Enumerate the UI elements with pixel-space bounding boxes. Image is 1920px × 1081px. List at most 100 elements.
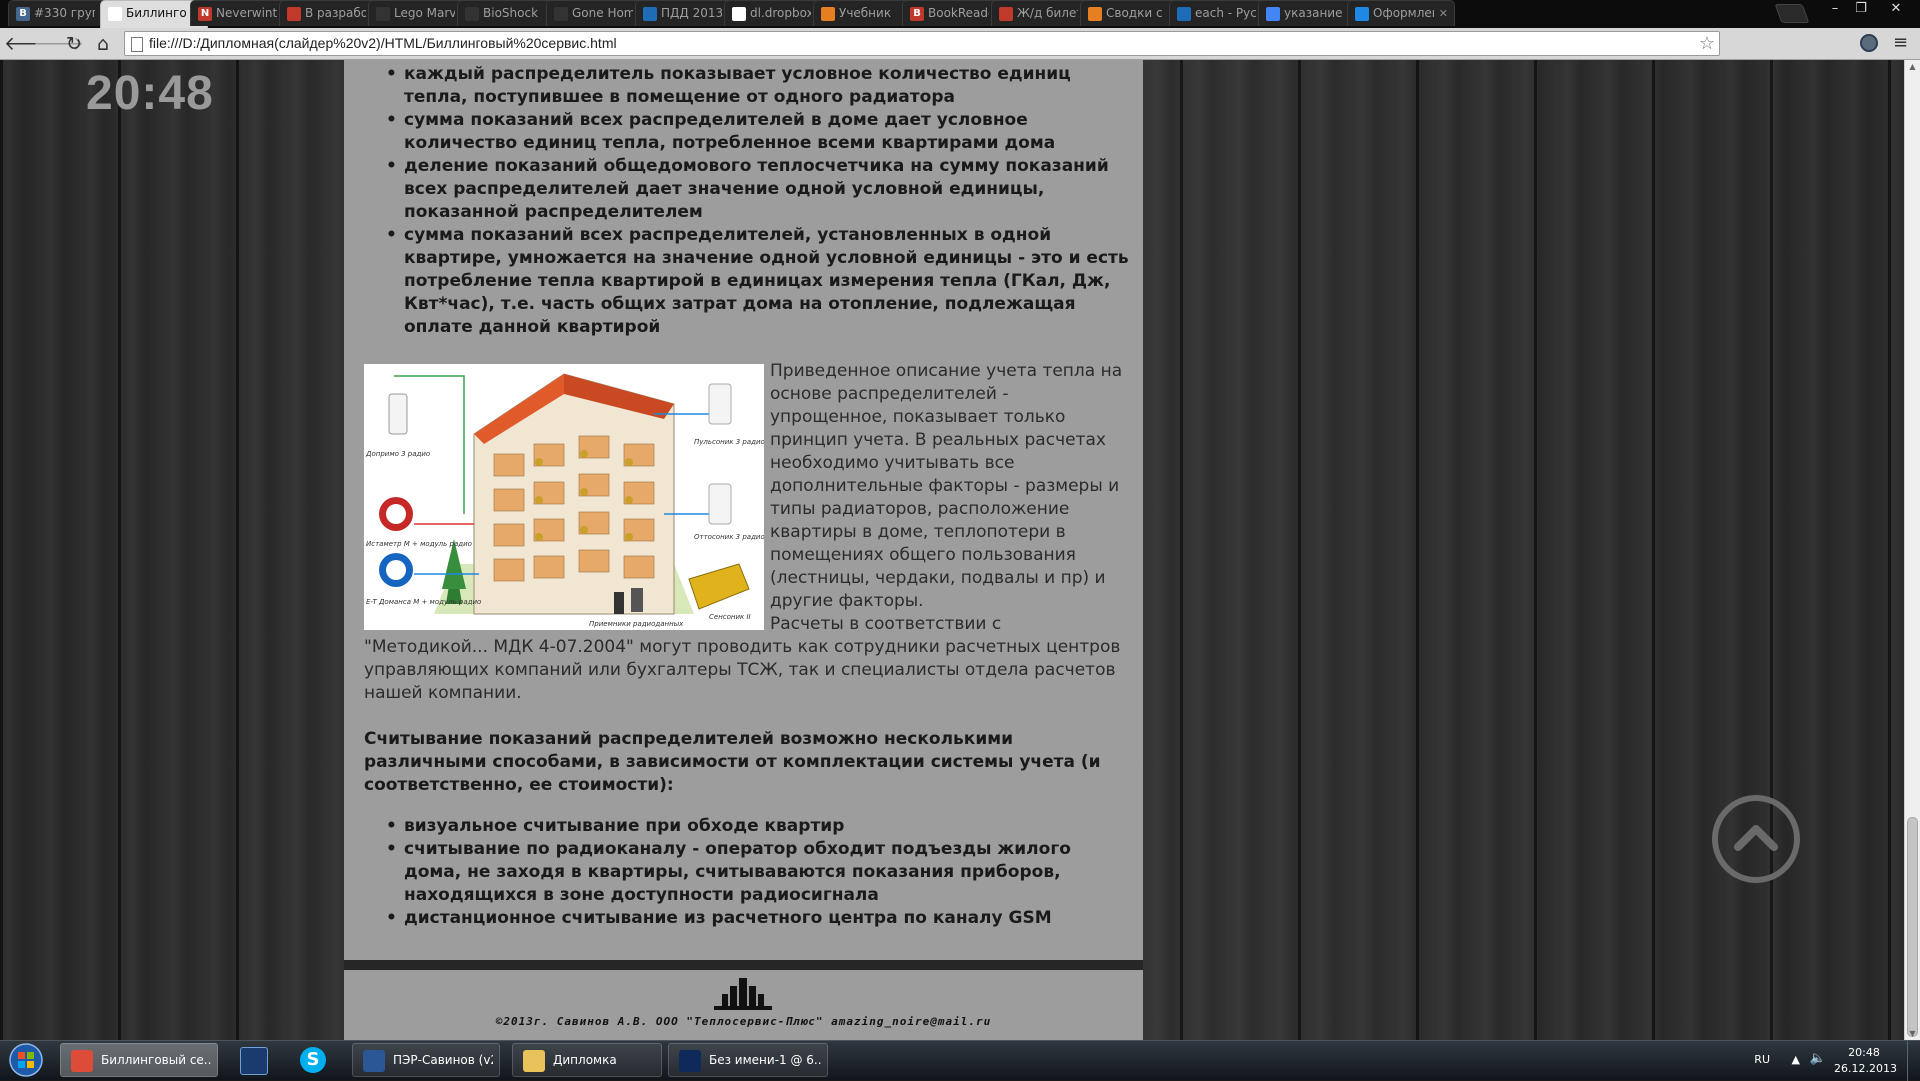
taskbar-app-icon bbox=[679, 1050, 701, 1072]
tab-label: Биллинговый сервис bbox=[126, 6, 187, 20]
tab-label: Ж/д билеты bbox=[1017, 6, 1078, 20]
tab-close-icon[interactable]: ✕ bbox=[1439, 1, 1448, 26]
tab-favicon-icon bbox=[1088, 7, 1102, 21]
tab-favicon-icon: B bbox=[910, 7, 924, 21]
list-item: дистанционное считывание из расчетного ц… bbox=[344, 907, 1134, 930]
list-item: визуальное считывание при обходе квартир bbox=[344, 815, 1134, 838]
forward-button[interactable]: 🡒 bbox=[33, 32, 84, 56]
tab-favicon-icon bbox=[643, 7, 657, 21]
diagram-label: Приемники радиоданных bbox=[589, 620, 684, 628]
footer-copyright: ©2013г. Савинов А.В. ООО "Теплосервис-Пл… bbox=[495, 1015, 992, 1028]
footer-divider bbox=[344, 960, 1143, 970]
web-page: 20:48 каждый распределитель показывает у… bbox=[0, 60, 1920, 1040]
skype-icon[interactable]: S bbox=[292, 1045, 332, 1075]
windows-taskbar: Биллинговый се... ПЭР-Савинов (v2... Дипло… bbox=[0, 1040, 1920, 1081]
language-indicator[interactable]: RU bbox=[1754, 1053, 1770, 1066]
tab-label: Сводки с bbox=[1106, 6, 1163, 20]
reading-methods-heading: Считывание показаний распределителей воз… bbox=[364, 729, 1101, 795]
bookmark-star-icon[interactable]: ☆ bbox=[1699, 32, 1715, 55]
tab-favicon-icon: N bbox=[198, 7, 212, 21]
browser-tab[interactable]: Оформление ✕ bbox=[1347, 0, 1455, 26]
home-button[interactable]: ⌂ bbox=[91, 32, 115, 56]
tab-label: BioShock bbox=[483, 6, 539, 20]
taskbar-item[interactable]: Без имени-1 @ 6... bbox=[668, 1043, 828, 1077]
heat-metering-diagram: Допримо 3 радио Истаметр М + модуль ради… bbox=[364, 364, 764, 630]
diagram-label: Пульсоник 3 радио bbox=[694, 438, 764, 446]
tab-strip: В #330 групп ✕ Биллинговый сервис ✕ N Neverwin… bbox=[0, 0, 1920, 28]
tab-favicon-icon bbox=[1355, 7, 1369, 21]
tab-favicon-icon bbox=[821, 7, 835, 21]
taskbar-item[interactable]: Дипломка bbox=[512, 1043, 662, 1077]
menu-icon[interactable]: ≡ bbox=[1893, 32, 1908, 53]
company-logo-icon bbox=[714, 978, 772, 1010]
tab-label: Оформление bbox=[1373, 6, 1434, 20]
diagram-label: Истаметр М + модуль радио bbox=[366, 540, 472, 548]
accounting-principles-list: каждый распределитель показывает условно… bbox=[344, 63, 1134, 339]
tab-label: указание bbox=[1284, 6, 1343, 20]
taskbar-item[interactable]: ПЭР-Савинов (v2... bbox=[352, 1043, 500, 1077]
scrollbar-thumb[interactable] bbox=[1907, 817, 1918, 1037]
back-button[interactable]: 🡐 bbox=[4, 32, 55, 56]
list-item: деление показаний общедомового теплосчет… bbox=[344, 155, 1134, 224]
tray-expand-icon[interactable]: ▲ bbox=[1792, 1053, 1800, 1066]
reload-button[interactable]: ↻ bbox=[62, 32, 86, 56]
tab-label: Lego Marvel bbox=[394, 6, 455, 20]
taskbar-app-icon bbox=[523, 1050, 545, 1072]
list-item: каждый распределитель показывает условно… bbox=[344, 63, 1134, 109]
tab-label: В разработке bbox=[305, 6, 366, 20]
volume-icon[interactable]: 🔈 bbox=[1810, 1051, 1826, 1066]
tab-favicon-icon bbox=[376, 7, 390, 21]
tab-label: ПДД 2013 bbox=[661, 6, 722, 20]
address-text[interactable]: file:///D:/Дипломная(слайдер%20v2)/HTML/… bbox=[149, 32, 617, 55]
tray-date[interactable]: 26.12.2013 bbox=[1834, 1062, 1897, 1075]
close-window-button[interactable]: ✕ bbox=[1876, 0, 1916, 18]
tab-favicon-icon bbox=[554, 7, 568, 21]
taskbar-item-label: Дипломка bbox=[553, 1053, 617, 1067]
diagram-label: Допримо 3 радио bbox=[365, 450, 430, 458]
minimize-button[interactable]: – bbox=[1822, 0, 1848, 18]
reading-methods-list: визуальное считывание при обходе квартир… bbox=[344, 815, 1134, 930]
tab-label: each - Русск bbox=[1195, 6, 1256, 20]
pinned-app-icon[interactable] bbox=[232, 1045, 272, 1075]
tab-label: Neverwinter bbox=[216, 6, 277, 20]
tab-label: BookReader bbox=[928, 6, 989, 20]
content-panel: каждый распределитель показывает условно… bbox=[344, 60, 1143, 960]
scroll-to-top-button[interactable] bbox=[1712, 795, 1800, 883]
tab-favicon-icon bbox=[1177, 7, 1191, 21]
tab-label: #330 групп bbox=[34, 6, 95, 20]
address-bar[interactable]: file:///D:/Дипломная(слайдер%20v2)/HTML/… bbox=[124, 31, 1720, 56]
page-footer: ©2013г. Савинов А.В. ООО "Теплосервис-Пл… bbox=[344, 970, 1143, 1040]
tab-favicon-icon bbox=[732, 7, 746, 21]
page-scrollbar[interactable]: ▲ ▼ bbox=[1904, 60, 1920, 1040]
taskbar-item-label: Без имени-1 @ 6... bbox=[709, 1053, 821, 1067]
list-item: сумма показаний всех распределителей в д… bbox=[344, 109, 1134, 155]
tab-favicon-icon: В bbox=[16, 7, 30, 21]
taskbar-item-label: ПЭР-Савинов (v2... bbox=[393, 1053, 493, 1067]
browser-toolbar: 🡐 🡒 ↻ ⌂ file:///D:/Дипломная(слайдер%20v… bbox=[0, 28, 1920, 60]
list-item: считывание по радиоканалу - оператор обх… bbox=[344, 838, 1134, 907]
start-button[interactable] bbox=[4, 1042, 48, 1078]
taskbar-item[interactable]: Биллинговый се... bbox=[60, 1043, 218, 1077]
taskbar-app-icon bbox=[71, 1050, 93, 1072]
show-desktop-button[interactable] bbox=[1907, 1041, 1920, 1081]
tab-label: Gone Home bbox=[572, 6, 633, 20]
diagram-label: Оттосоник 3 радио bbox=[694, 533, 764, 541]
chevron-up-icon bbox=[1734, 825, 1778, 851]
scroll-up-arrow-icon[interactable]: ▲ bbox=[1905, 62, 1920, 71]
tray-time[interactable]: 20:48 bbox=[1834, 1046, 1894, 1059]
diagram-label: Сенсоник II bbox=[709, 613, 751, 621]
tab-favicon-icon bbox=[465, 7, 479, 21]
clock-display: 20:48 bbox=[86, 67, 214, 120]
diagram-label: E-T Доманса М + модуль радио bbox=[366, 598, 481, 606]
description-text-1: Приведенное описание учета тепла на осно… bbox=[770, 361, 1123, 611]
taskbar-app-icon bbox=[363, 1050, 385, 1072]
maximize-button[interactable]: ❐ bbox=[1848, 0, 1874, 18]
tab-favicon-icon bbox=[1266, 7, 1280, 21]
scroll-down-arrow-icon[interactable]: ▼ bbox=[1905, 1029, 1920, 1038]
tab-label: dl.dropbox bbox=[750, 6, 811, 20]
new-tab-button[interactable] bbox=[1774, 4, 1810, 23]
extension-icon[interactable] bbox=[1860, 34, 1878, 52]
tab-label: Учебник bbox=[839, 6, 892, 20]
tab-favicon-icon bbox=[287, 7, 301, 21]
page-icon bbox=[131, 37, 143, 52]
